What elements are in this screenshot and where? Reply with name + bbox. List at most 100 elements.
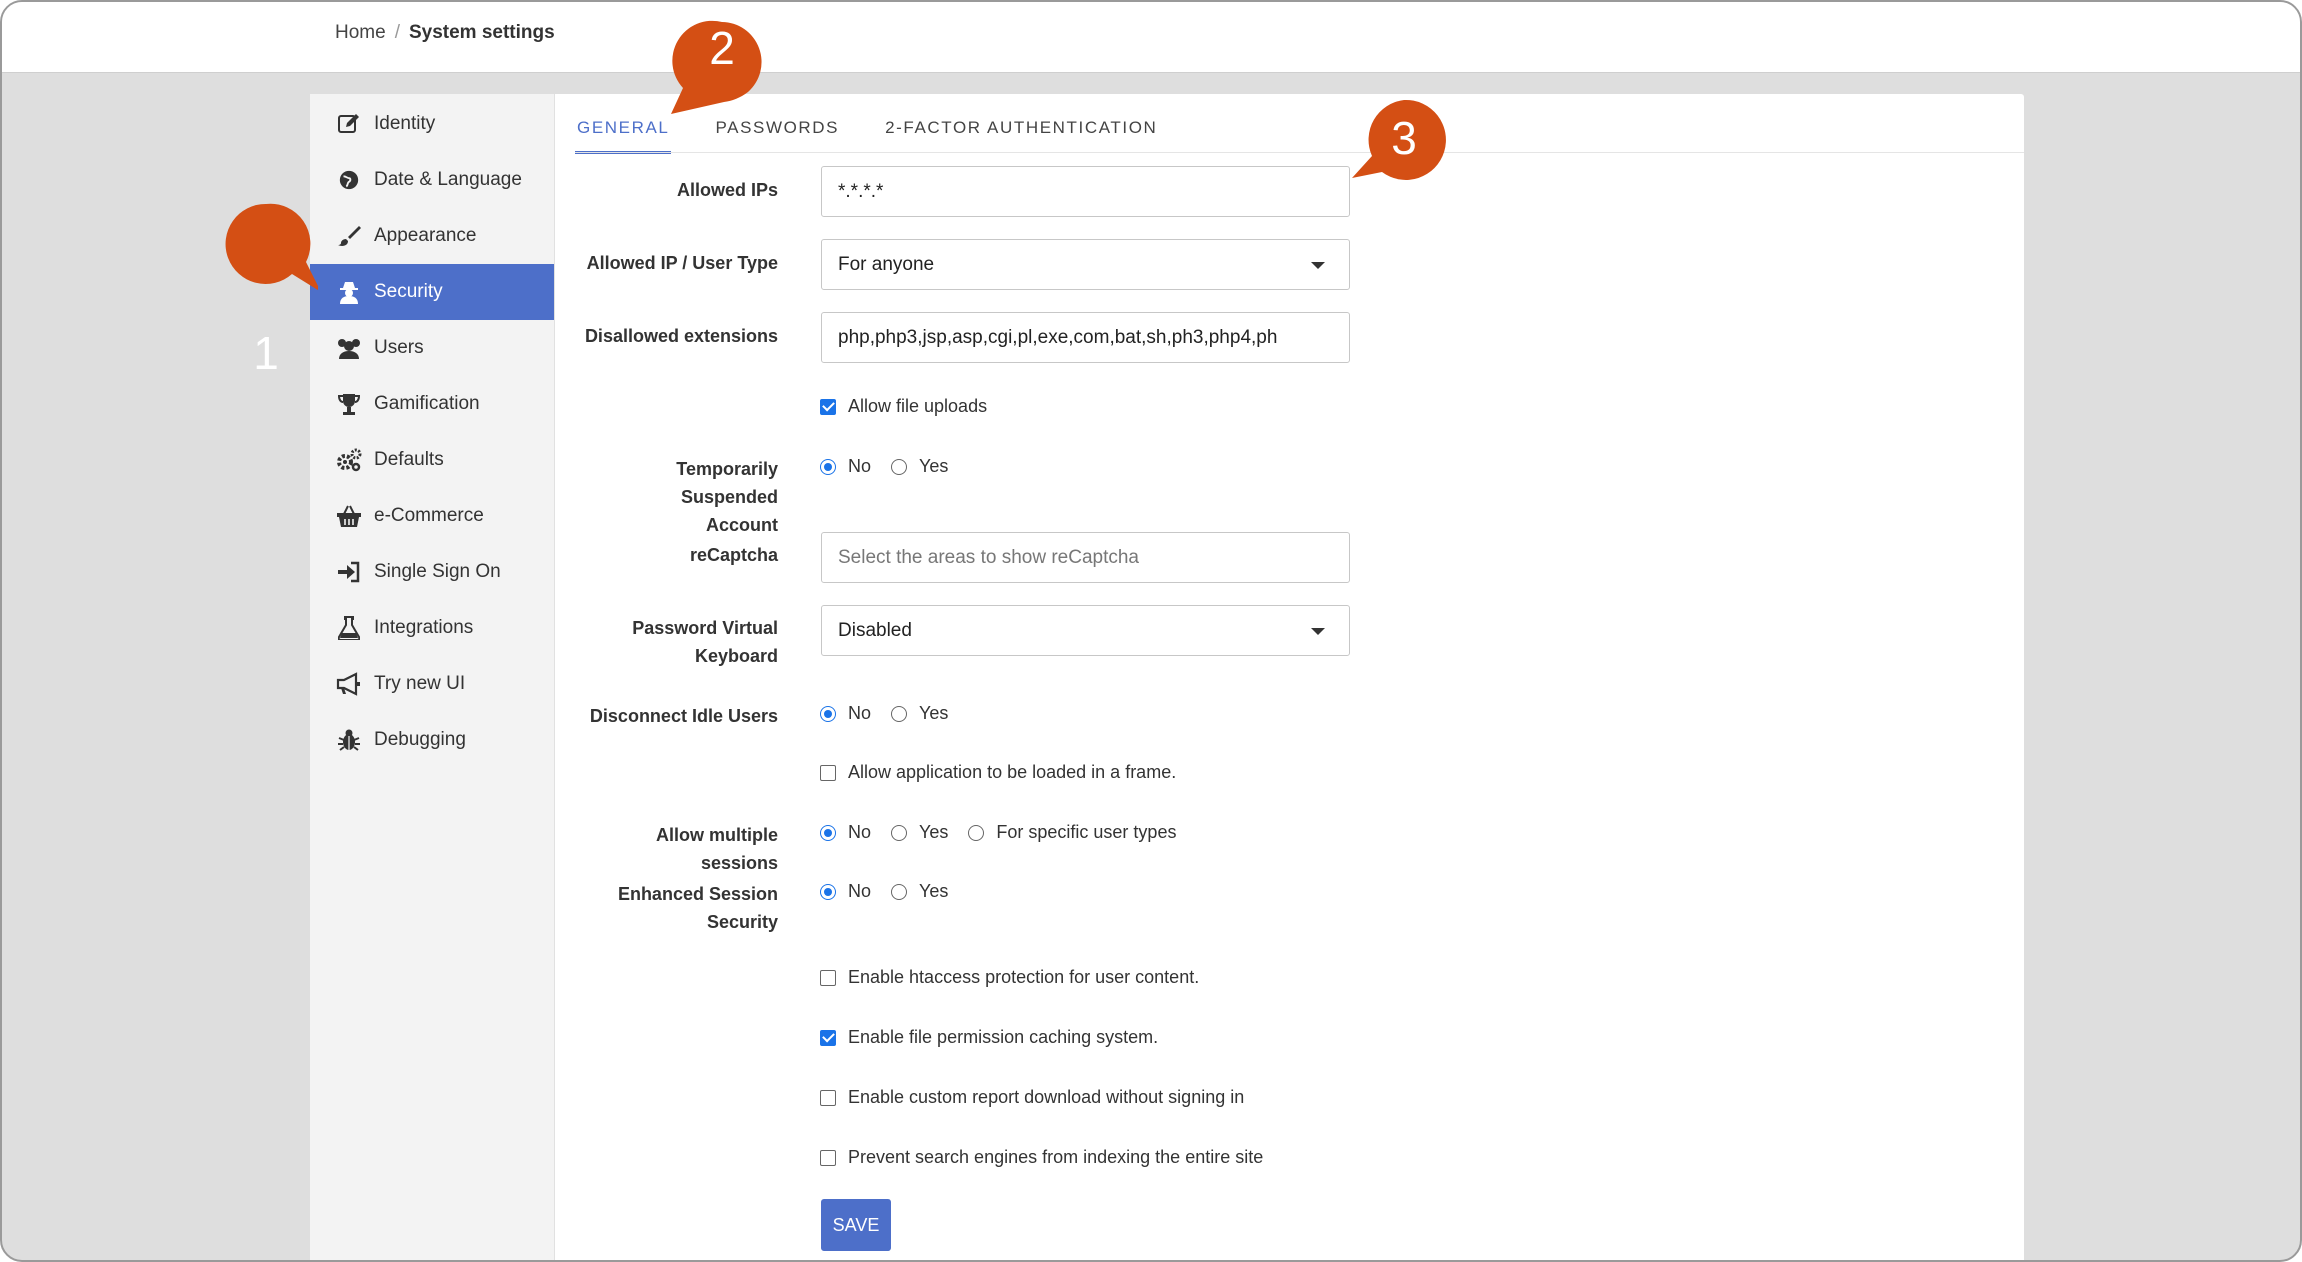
- sidebar-item-single-sign-on[interactable]: Single Sign On: [310, 544, 554, 600]
- top-bar: Home / System settings: [2, 2, 2300, 73]
- paintbrush-icon: [336, 223, 362, 249]
- radio-button[interactable]: [891, 458, 908, 475]
- allow-file-uploads-row[interactable]: Allow file uploads: [820, 396, 987, 417]
- radio-option-yes[interactable]: Yes: [891, 881, 948, 902]
- callout-1: 1: [214, 192, 321, 379]
- radio-option-no[interactable]: No: [820, 703, 871, 724]
- sidebar-item-label: Defaults: [374, 449, 444, 470]
- enhanced-session-security-options: No Yes: [820, 881, 968, 902]
- allow-frame-checkbox[interactable]: [820, 764, 836, 781]
- radio-button[interactable]: [891, 824, 908, 841]
- allowed-ips-value: *.*.*.*: [838, 180, 884, 202]
- radio-button[interactable]: [891, 883, 908, 900]
- radio-option-no[interactable]: No: [820, 822, 871, 843]
- save-button[interactable]: SAVE: [821, 1199, 891, 1251]
- sidebar-item-label: Gamification: [374, 393, 480, 414]
- radio-label: No: [848, 822, 872, 842]
- prevent-search-indexing-row[interactable]: Prevent search engines from indexing the…: [820, 1147, 1263, 1168]
- prevent-search-indexing-checkbox[interactable]: [820, 1149, 836, 1166]
- file-permission-caching-checkbox[interactable]: [820, 1029, 836, 1046]
- breadcrumb-current: System settings: [408, 22, 555, 43]
- sidebar-item-defaults[interactable]: Defaults: [310, 432, 554, 488]
- sidebar-item-debugging[interactable]: Debugging: [310, 712, 554, 768]
- radio-option-yes[interactable]: Yes: [891, 822, 948, 843]
- sidebar-item-ecommerce[interactable]: e-Commerce: [310, 488, 554, 544]
- sidebar-item-integrations[interactable]: Integrations: [310, 600, 554, 656]
- chevron-down-icon: [1311, 262, 1325, 269]
- radio-option-yes[interactable]: Yes: [891, 456, 948, 477]
- radio-label: No: [848, 456, 872, 476]
- enhanced-session-security-label: Enhanced Session Security: [578, 880, 778, 936]
- breadcrumb-home[interactable]: Home: [335, 22, 386, 44]
- htaccess-protection-checkbox[interactable]: [820, 969, 836, 986]
- radio-button[interactable]: [820, 458, 836, 475]
- radio-option-no[interactable]: No: [820, 881, 871, 902]
- disallowed-extensions-input[interactable]: php,php3,jsp,asp,cgi,pl,exe,com,bat,sh,p…: [821, 312, 1350, 363]
- custom-report-download-label: Enable custom report download without si…: [848, 1087, 1245, 1107]
- radio-label: No: [848, 703, 872, 723]
- label-line: Keyboard: [694, 646, 778, 666]
- custom-report-download-row[interactable]: Enable custom report download without si…: [820, 1087, 1244, 1108]
- disallowed-extensions-label: Disallowed extensions: [584, 326, 778, 346]
- file-permission-caching-row[interactable]: Enable file permission caching system.: [820, 1027, 1158, 1048]
- sidebar-item-security[interactable]: Security: [310, 264, 554, 320]
- radio-label: Yes: [919, 456, 949, 476]
- gears-icon: [336, 447, 362, 473]
- sidebar-item-label: Users: [374, 337, 424, 358]
- temporarily-suspended-label: Temporarily Suspended Account: [578, 455, 778, 539]
- label-line: Security: [706, 912, 778, 932]
- radio-option-yes[interactable]: Yes: [891, 703, 948, 724]
- password-virtual-keyboard-value: Disabled: [838, 619, 912, 641]
- tab-general[interactable]: GENERAL: [575, 106, 672, 154]
- radio-option-no[interactable]: No: [820, 456, 871, 477]
- sidebar-item-label: Try new UI: [374, 673, 466, 694]
- label-line: Password Virtual: [632, 618, 778, 638]
- radio-button[interactable]: [968, 824, 985, 841]
- settings-sidebar: Identity Date & Language Appearance Secu…: [310, 94, 555, 1260]
- tab-2-factor-authentication[interactable]: 2-FACTOR AUTHENTICATION: [883, 106, 1159, 154]
- callout-number: 2: [709, 22, 735, 74]
- sidebar-item-users[interactable]: Users: [310, 320, 554, 376]
- recaptcha-input[interactable]: Select the areas to show reCaptcha: [821, 532, 1350, 583]
- callout-3: 3: [1352, 88, 1456, 192]
- allow-file-uploads-label: Allow file uploads: [848, 396, 988, 416]
- breadcrumb: Home / System settings: [335, 22, 555, 44]
- allow-multiple-sessions-label: Allow multiple sessions: [655, 825, 778, 873]
- allowed-ip-user-type-select[interactable]: For anyone: [821, 239, 1350, 290]
- custom-report-download-checkbox[interactable]: [820, 1089, 836, 1106]
- sidebar-item-date-language[interactable]: Date & Language: [310, 152, 554, 208]
- callout-number: 3: [1391, 112, 1417, 164]
- sidebar-item-appearance[interactable]: Appearance: [310, 208, 554, 264]
- sidebar-item-try-new-ui[interactable]: Try new UI: [310, 656, 554, 712]
- recaptcha-placeholder: Select the areas to show reCaptcha: [838, 546, 1140, 568]
- allowed-ips-label: Allowed IPs: [676, 180, 778, 200]
- allow-file-uploads-checkbox[interactable]: [820, 398, 836, 415]
- htaccess-protection-row[interactable]: Enable htaccess protection for user cont…: [820, 967, 1199, 988]
- edit-icon: [336, 111, 362, 137]
- chevron-down-icon: [1311, 628, 1325, 635]
- radio-button[interactable]: [820, 883, 836, 900]
- radio-label: Yes: [919, 822, 949, 842]
- sidebar-item-identity[interactable]: Identity: [310, 96, 554, 152]
- radio-button[interactable]: [820, 705, 836, 722]
- allowed-ips-input[interactable]: *.*.*.*: [821, 166, 1350, 217]
- password-virtual-keyboard-select[interactable]: Disabled: [821, 605, 1350, 656]
- sidebar-item-label: Debugging: [374, 729, 466, 750]
- settings-tabs: GENERAL PASSWORDS 2-FACTOR AUTHENTICATIO…: [575, 106, 1201, 154]
- radio-button[interactable]: [891, 705, 908, 722]
- radio-option-specific-user-types[interactable]: For specific user types: [968, 822, 1176, 843]
- allowed-ip-user-type-value: For anyone: [838, 253, 935, 275]
- sidebar-item-gamification[interactable]: Gamification: [310, 376, 554, 432]
- prevent-search-indexing-label: Prevent search engines from indexing the…: [848, 1147, 1264, 1167]
- disallowed-extensions-value: php,php3,jsp,asp,cgi,pl,exe,com,bat,sh,p…: [838, 326, 1278, 348]
- radio-label: Yes: [919, 703, 949, 723]
- flask-icon: [336, 615, 362, 641]
- breadcrumb-separator: /: [394, 22, 400, 43]
- globe-icon: [336, 167, 362, 193]
- sidebar-item-label: Integrations: [374, 617, 474, 638]
- label-line: Account: [706, 515, 778, 535]
- radio-button[interactable]: [820, 824, 836, 841]
- sidebar-item-label: e-Commerce: [374, 505, 484, 526]
- allow-frame-row[interactable]: Allow application to be loaded in a fram…: [820, 762, 1176, 783]
- allow-multiple-sessions-options: No Yes For specific user types: [820, 822, 1196, 843]
